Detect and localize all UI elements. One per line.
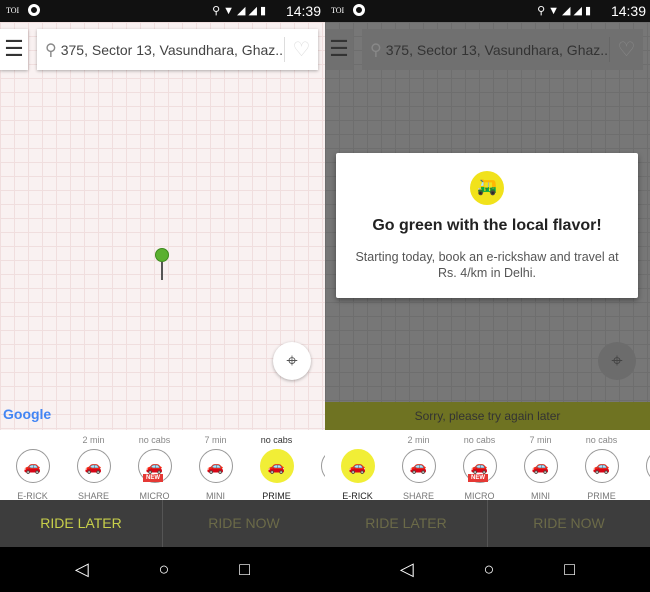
share-car-icon: 🚗 bbox=[401, 449, 436, 483]
clock: 14:39 bbox=[610, 3, 646, 19]
search-icon: ⚲ bbox=[370, 41, 382, 59]
crosshair-icon: ⌖ bbox=[611, 350, 623, 372]
ride-buttons: RIDE LATER RIDE NOW bbox=[325, 500, 650, 547]
google-logo: Google bbox=[3, 406, 52, 422]
car-option-micro[interactable]: no cabs 🚗 NEW MICRO bbox=[449, 430, 510, 501]
car-option-e-rick[interactable]: 🚗 E-RICK bbox=[327, 430, 388, 501]
android-nav-bar: ◁ ○ □ bbox=[325, 547, 650, 592]
car-eta bbox=[2, 435, 63, 447]
android-nav-bar: ◁ ○ □ bbox=[0, 547, 325, 592]
dialog-body: Starting today, book an e-rickshaw and t… bbox=[355, 250, 619, 280]
car-eta bbox=[327, 435, 388, 447]
car-option-share[interactable]: 2 min 🚗 SHARE bbox=[388, 430, 449, 501]
carrier-label: TOI bbox=[6, 6, 20, 15]
erickshaw-icon: 🚗 bbox=[340, 449, 375, 483]
search-bar[interactable]: ⚲ 375, Sector 13, Vasundhara, Ghaz... ♡ bbox=[37, 29, 318, 70]
crosshair-icon: ⌖ bbox=[286, 350, 298, 372]
back-icon[interactable]: ◁ bbox=[400, 559, 414, 580]
notification-icon bbox=[28, 4, 40, 16]
recents-icon[interactable]: □ bbox=[239, 559, 250, 580]
car-eta: no cabs bbox=[138, 435, 171, 445]
status-bar: TOI ⚲▼◢◢▮ 14:39 bbox=[325, 0, 650, 22]
new-badge: NEW bbox=[143, 474, 163, 482]
map-pin-icon[interactable] bbox=[155, 248, 169, 280]
car-option-prime[interactable]: no cabs 🚗 PRIME bbox=[571, 430, 632, 501]
taxi-icon: 🚗 bbox=[645, 449, 650, 483]
status-bar: TOI ⚲▼◢◢▮ 14:39 bbox=[0, 0, 325, 22]
ride-later-button[interactable]: RIDE LATER bbox=[325, 500, 488, 547]
car-option-share[interactable]: 2 min 🚗 SHARE bbox=[63, 430, 124, 501]
pickup-address[interactable]: 375, Sector 13, Vasundhara, Ghaz... bbox=[386, 42, 609, 58]
car-option-t[interactable]: no 🚗 T bbox=[632, 430, 650, 500]
car-eta: 2 min bbox=[82, 435, 105, 445]
menu-button[interactable]: ☰ bbox=[0, 29, 28, 70]
car-option-mini[interactable]: 7 min 🚗 MINI bbox=[185, 430, 246, 501]
search-bar[interactable]: ⚲ 375, Sector 13, Vasundhara, Ghaz... ♡ bbox=[362, 29, 643, 70]
car-eta: 7 min bbox=[204, 435, 227, 445]
car-eta: no cabs bbox=[463, 435, 496, 445]
promo-dialog[interactable]: 🛺 Go green with the local flavor! Starti… bbox=[336, 153, 638, 298]
new-badge: NEW bbox=[468, 474, 488, 482]
status-icons: ⚲▼◢◢▮ bbox=[537, 5, 594, 17]
locate-me-button[interactable]: ⌖ bbox=[273, 342, 311, 380]
screen-right: TOI ⚲▼◢◢▮ 14:39 ☰ ⚲ 375, Sector 13, Vasu… bbox=[325, 0, 650, 592]
carrier-label: TOI bbox=[331, 6, 345, 15]
recents-icon[interactable]: □ bbox=[564, 559, 575, 580]
favorite-heart-icon[interactable]: ♡ bbox=[609, 37, 643, 62]
car-selector[interactable]: 🚗 E-RICK 2 min 🚗 SHARE no cabs 🚗 NEW MIC… bbox=[325, 430, 650, 501]
mini-car-icon: 🚗 bbox=[198, 449, 233, 483]
clock: 14:39 bbox=[285, 3, 321, 19]
screen-left: TOI ⚲▼◢◢▮ 14:39 ☰ ⚲ 375, Sector 13, Vasu… bbox=[0, 0, 325, 592]
erickshaw-icon: 🛺 bbox=[470, 171, 504, 205]
car-option-e-rick[interactable]: 🚗 E-RICK bbox=[2, 430, 63, 501]
erickshaw-icon: 🚗 bbox=[15, 449, 50, 483]
share-car-icon: 🚗 bbox=[76, 449, 111, 483]
car-eta: no bbox=[307, 435, 325, 447]
pickup-address[interactable]: 375, Sector 13, Vasundhara, Ghaz... bbox=[61, 42, 284, 58]
mini-car-icon: 🚗 bbox=[523, 449, 558, 483]
home-icon[interactable]: ○ bbox=[484, 559, 495, 580]
ride-now-button[interactable]: RIDE NOW bbox=[163, 500, 325, 547]
search-icon: ⚲ bbox=[45, 41, 57, 59]
car-option-mini[interactable]: 7 min 🚗 MINI bbox=[510, 430, 571, 501]
status-icons: ⚲▼◢◢▮ bbox=[212, 5, 269, 17]
back-icon[interactable]: ◁ bbox=[75, 559, 89, 580]
locate-me-button[interactable]: ⌖ bbox=[598, 342, 636, 380]
car-eta: no cabs bbox=[260, 435, 293, 445]
ride-now-button[interactable]: RIDE NOW bbox=[488, 500, 650, 547]
menu-button[interactable]: ☰ bbox=[325, 29, 353, 70]
map[interactable]: ☰ ⚲ 375, Sector 13, Vasundhara, Ghaz... … bbox=[0, 22, 325, 430]
prime-car-icon: 🚗 bbox=[584, 449, 619, 483]
car-eta: no bbox=[632, 435, 650, 447]
favorite-heart-icon[interactable]: ♡ bbox=[284, 37, 318, 62]
car-eta: 7 min bbox=[529, 435, 552, 445]
prime-car-icon: 🚗 bbox=[259, 449, 294, 483]
car-option-prime[interactable]: no cabs 🚗 PRIME bbox=[246, 430, 307, 501]
notification-icon bbox=[353, 4, 365, 16]
dialog-title: Go green with the local flavor! bbox=[372, 217, 602, 234]
hamburger-icon: ☰ bbox=[329, 36, 349, 61]
car-eta: 2 min bbox=[407, 435, 430, 445]
ride-buttons: RIDE LATER RIDE NOW bbox=[0, 500, 325, 547]
home-icon[interactable]: ○ bbox=[159, 559, 170, 580]
car-eta: no cabs bbox=[585, 435, 618, 445]
hamburger-icon: ☰ bbox=[4, 36, 24, 61]
error-banner: Sorry, please try again later bbox=[325, 402, 650, 430]
ride-later-button[interactable]: RIDE LATER bbox=[0, 500, 163, 547]
car-option-micro[interactable]: no cabs 🚗 NEW MICRO bbox=[124, 430, 185, 501]
car-option-t[interactable]: no 🚗 T bbox=[307, 430, 325, 500]
car-selector[interactable]: 🚗 E-RICK 2 min 🚗 SHARE no cabs 🚗 NEW MIC… bbox=[0, 430, 325, 501]
